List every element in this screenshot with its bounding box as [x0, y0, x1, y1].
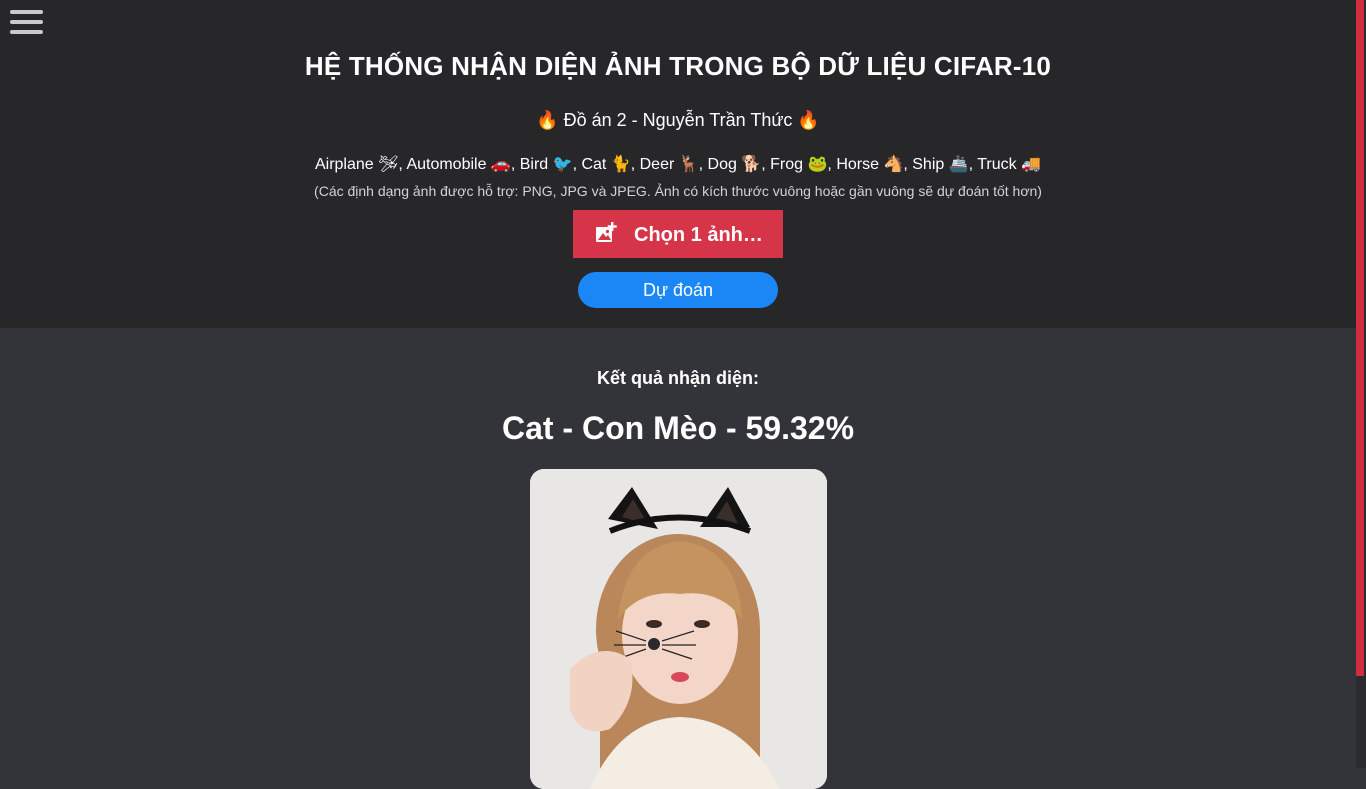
uploaded-image — [530, 469, 827, 789]
choose-image-label: Chọn 1 ảnh… — [634, 224, 763, 246]
uploaded-image-picture — [530, 469, 827, 789]
supported-formats-note: (Các định dạng ảnh được hỗ trợ: PNG, JPG… — [314, 183, 1042, 199]
class-list: Airplane 🛩, Automobile 🚗, Bird 🐦, Cat 🐈,… — [314, 156, 1042, 173]
result-value: Cat - Con Mèo - 59.32% — [501, 410, 855, 446]
scrollbar-thumb[interactable] — [1356, 0, 1364, 676]
predict-button[interactable]: Dự đoán — [578, 272, 778, 308]
add-photo-icon — [596, 222, 617, 242]
page-subtitle: 🔥 Đồ án 2 - Nguyễn Trần Thức 🔥 — [536, 110, 820, 130]
hamburger-menu-icon[interactable] — [10, 10, 43, 34]
result-label: Kết quả nhận diện: — [597, 368, 759, 388]
page-title: HỆ THỐNG NHẬN DIỆN ẢNH TRONG BỘ DỮ LIỆU … — [304, 51, 1052, 81]
choose-image-button[interactable]: Chọn 1 ảnh… — [573, 210, 783, 258]
header: HỆ THỐNG NHẬN DIỆN ẢNH TRONG BỘ DỮ LIỆU … — [0, 0, 1356, 328]
